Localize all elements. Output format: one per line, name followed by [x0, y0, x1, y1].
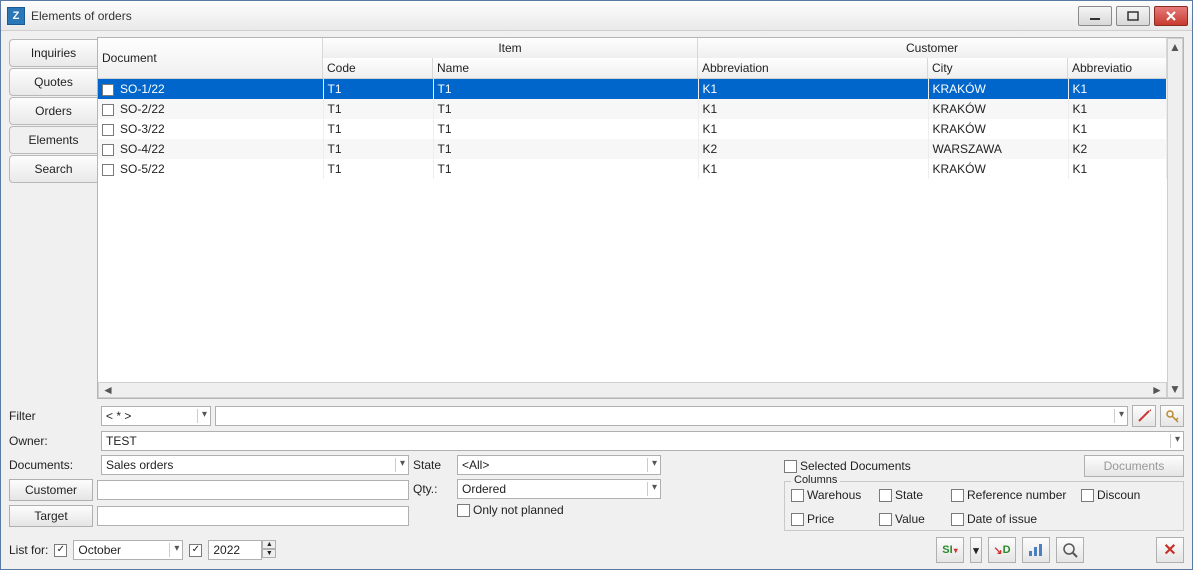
- table-row[interactable]: SO-5/22T1T1K1KRAKÓWK1: [98, 159, 1167, 179]
- target-input[interactable]: [97, 506, 409, 526]
- col-warehouse-check[interactable]: Warehous: [791, 488, 869, 502]
- col-city[interactable]: City: [928, 58, 1068, 78]
- table-row[interactable]: SO-4/22T1T1K2WARSZAWAK2: [98, 139, 1167, 159]
- table-row[interactable]: SO-2/22T1T1K1KRAKÓWK1: [98, 99, 1167, 119]
- month-combo[interactable]: October: [73, 540, 183, 560]
- scroll-down-icon[interactable]: ▼: [1168, 383, 1182, 395]
- filter-key-button[interactable]: [1160, 405, 1184, 427]
- grid-panel: Document Item Customer Code Name Abbrevi…: [97, 37, 1184, 399]
- col-customer-group: Customer: [698, 38, 1167, 58]
- tab-orders[interactable]: Orders: [9, 97, 97, 125]
- grid-body[interactable]: SO-1/22T1T1K1KRAKÓWK1SO-2/22T1T1K1KRAKÓW…: [98, 79, 1167, 382]
- minimize-button[interactable]: [1078, 6, 1112, 26]
- tab-quotes[interactable]: Quotes: [9, 68, 97, 96]
- d-button[interactable]: ↘D: [988, 537, 1016, 563]
- filter-label: Filter: [9, 409, 97, 423]
- filter-text-combo[interactable]: [215, 406, 1128, 426]
- col-date-check[interactable]: Date of issue: [951, 512, 1071, 526]
- scroll-up-icon[interactable]: ▲: [1168, 41, 1182, 53]
- col-value-check[interactable]: Value: [879, 512, 941, 526]
- magnifier-button[interactable]: [1056, 537, 1084, 563]
- col-abbreviation2[interactable]: Abbreviatio: [1068, 58, 1167, 78]
- col-item-group: Item: [323, 38, 698, 58]
- col-refnum-check[interactable]: Reference number: [951, 488, 1071, 502]
- app-icon: Z: [7, 7, 25, 25]
- listfor-year-check[interactable]: [189, 544, 202, 557]
- window-title: Elements of orders: [31, 9, 1078, 23]
- col-name[interactable]: Name: [433, 58, 698, 78]
- filter-op-combo[interactable]: < * >: [101, 406, 211, 426]
- si-dropdown-button[interactable]: ▾: [970, 537, 982, 563]
- year-up-icon[interactable]: ▲: [262, 540, 276, 549]
- scroll-right-icon[interactable]: ►: [1150, 384, 1164, 396]
- close-panel-button[interactable]: ✕: [1156, 537, 1184, 563]
- table-row[interactable]: SO-3/22T1T1K1KRAKÓWK1: [98, 119, 1167, 139]
- state-label: State: [413, 458, 453, 472]
- close-button[interactable]: [1154, 6, 1188, 26]
- col-state-check[interactable]: State: [879, 488, 941, 502]
- col-abbreviation[interactable]: Abbreviation: [698, 58, 928, 78]
- horizontal-scrollbar[interactable]: ◄ ►: [98, 382, 1167, 398]
- documents-button[interactable]: Documents: [1084, 455, 1184, 477]
- tab-search[interactable]: Search: [9, 155, 97, 183]
- listfor-label: List for:: [9, 543, 48, 557]
- owner-label: Owner:: [9, 434, 97, 448]
- col-code[interactable]: Code: [323, 58, 433, 78]
- vertical-scrollbar[interactable]: ▲ ▼: [1167, 38, 1183, 398]
- selected-documents-check[interactable]: Selected Documents: [784, 459, 911, 473]
- grid-header: Document Item Customer Code Name Abbrevi…: [98, 38, 1167, 79]
- owner-combo[interactable]: TEST: [101, 431, 1184, 451]
- tab-inquiries[interactable]: Inquiries: [9, 39, 97, 67]
- documents-label: Documents:: [9, 458, 97, 472]
- customer-input[interactable]: [97, 480, 409, 500]
- si-button[interactable]: SI▾: [936, 537, 964, 563]
- chart-button[interactable]: [1022, 537, 1050, 563]
- tab-elements[interactable]: Elements: [9, 126, 97, 154]
- only-not-planned-check[interactable]: Only not planned: [457, 503, 564, 517]
- year-spinner[interactable]: 2022 ▲▼: [208, 540, 276, 560]
- listfor-month-check[interactable]: [54, 544, 67, 557]
- target-button[interactable]: Target: [9, 505, 93, 527]
- titlebar: Z Elements of orders: [1, 1, 1192, 31]
- columns-group: Columns Warehous State Reference number …: [784, 481, 1184, 531]
- documents-combo[interactable]: Sales orders: [101, 455, 409, 475]
- filter-edit-button[interactable]: [1132, 405, 1156, 427]
- maximize-button[interactable]: [1116, 6, 1150, 26]
- side-tabs: Inquiries Quotes Orders Elements Search: [9, 37, 97, 399]
- year-down-icon[interactable]: ▼: [262, 549, 276, 558]
- col-price-check[interactable]: Price: [791, 512, 869, 526]
- columns-legend: Columns: [791, 474, 840, 486]
- customer-button[interactable]: Customer: [9, 479, 93, 501]
- table-row[interactable]: SO-1/22T1T1K1KRAKÓWK1: [98, 79, 1167, 99]
- col-discount-check[interactable]: Discoun: [1081, 488, 1141, 502]
- scroll-left-icon[interactable]: ◄: [101, 384, 115, 396]
- qty-combo[interactable]: Ordered: [457, 479, 661, 499]
- state-combo[interactable]: <All>: [457, 455, 661, 475]
- qty-label: Qty.:: [413, 482, 453, 496]
